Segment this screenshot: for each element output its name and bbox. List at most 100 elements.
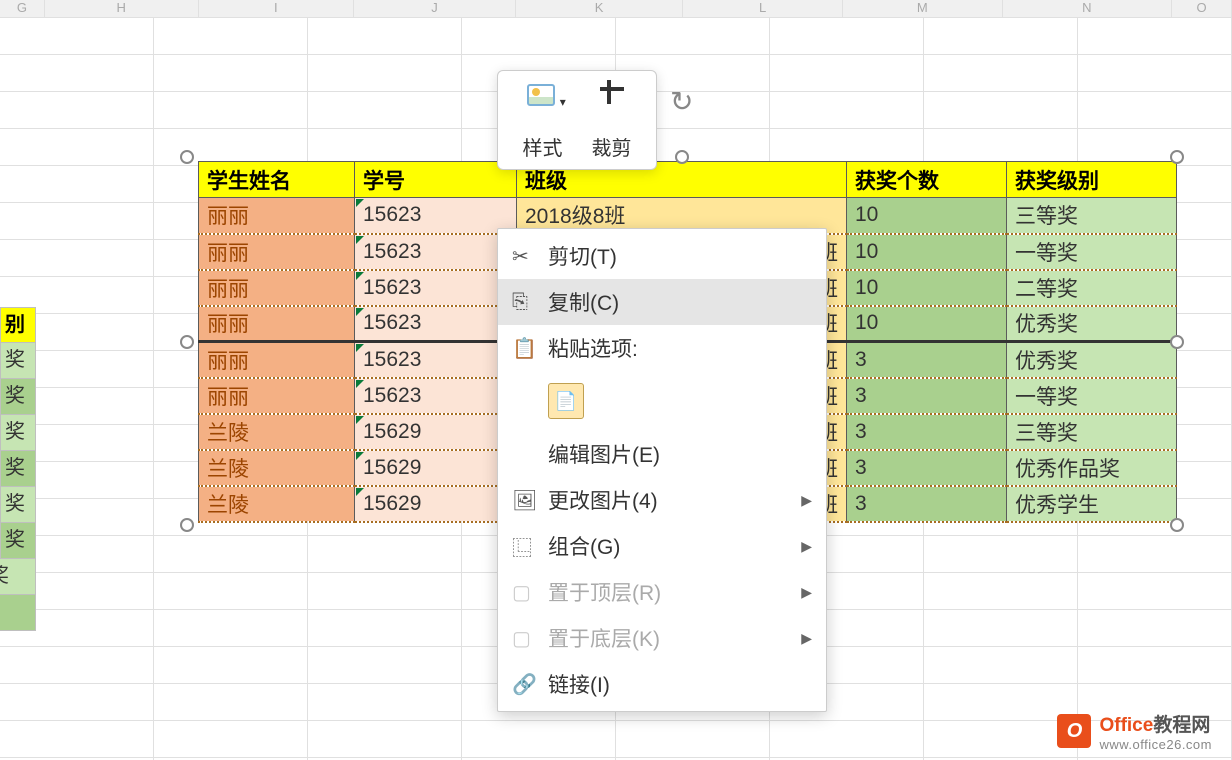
left-partial-cell: 奖 (0, 379, 36, 415)
cell-id[interactable]: 15623 (355, 270, 517, 306)
col-h[interactable]: H (45, 0, 199, 17)
col-m[interactable]: M (843, 0, 1003, 17)
col-g[interactable]: G (0, 0, 45, 17)
mini-toolbar: ▾ 样式 裁剪 (497, 70, 657, 170)
bring-front-icon: ▢ (512, 580, 548, 605)
header-student-name[interactable]: 学生姓名 (199, 162, 355, 198)
watermark: O Office教程网 www.office26.com (1057, 710, 1212, 752)
col-k[interactable]: K (516, 0, 684, 17)
cell-name[interactable]: 丽丽 (199, 234, 355, 270)
left-partial-cell: 奖 (0, 487, 36, 523)
paste-default-icon[interactable]: 📄 (548, 383, 584, 419)
left-partial-column: 别 奖 奖 奖 奖 奖 奖 作品奖 学生 (0, 307, 36, 631)
menu-group[interactable]: ⿺ 组合(G) ▶ (498, 523, 826, 569)
cell-count[interactable]: 3 (847, 486, 1007, 522)
menu-copy[interactable]: ⎘ 复制(C) (498, 279, 826, 325)
left-partial-cell: 奖 (0, 451, 36, 487)
cell-count[interactable]: 10 (847, 234, 1007, 270)
cell-level[interactable]: 三等奖 (1007, 198, 1177, 234)
cell-count[interactable]: 10 (847, 306, 1007, 342)
cell-level[interactable]: 优秀奖 (1007, 306, 1177, 342)
left-partial-cell: 学生 (0, 595, 36, 631)
context-menu: ✂ 剪切(T) ⎘ 复制(C) 📋 粘贴选项: 📄 编辑图片(E) 🖼 更改图片… (497, 228, 827, 712)
cell-name[interactable]: 丽丽 (199, 198, 355, 234)
cell-level[interactable]: 三等奖 (1007, 414, 1177, 450)
col-l[interactable]: L (683, 0, 843, 17)
cell-name[interactable]: 丽丽 (199, 270, 355, 306)
cell-level[interactable]: 优秀学生 (1007, 486, 1177, 522)
crop-icon[interactable] (603, 83, 627, 114)
menu-change-picture[interactable]: 🖼 更改图片(4) ▶ (498, 477, 826, 523)
cell-name[interactable]: 兰陵 (199, 414, 355, 450)
cell-name[interactable]: 兰陵 (199, 486, 355, 522)
cell-id[interactable]: 15629 (355, 486, 517, 522)
resize-handle-top-left[interactable] (180, 150, 194, 164)
chevron-right-icon: ▶ (801, 538, 812, 555)
cell-name[interactable]: 兰陵 (199, 450, 355, 486)
header-award-count[interactable]: 获奖个数 (847, 162, 1007, 198)
change-picture-icon: 🖼 (512, 488, 548, 513)
cell-name[interactable]: 丽丽 (199, 306, 355, 342)
left-partial-cell: 奖 (0, 415, 36, 451)
col-j[interactable]: J (354, 0, 516, 17)
crop-label[interactable]: 裁剪 (592, 132, 632, 161)
send-back-icon: ▢ (512, 626, 548, 651)
cell-name[interactable]: 丽丽 (199, 342, 355, 378)
resize-handle-top-right[interactable] (1170, 150, 1184, 164)
scissors-icon: ✂ (512, 244, 548, 269)
link-icon: 🔗 (512, 672, 548, 697)
menu-bring-front: ▢ 置于顶层(R) ▶ (498, 569, 826, 615)
resize-handle-bottom-left[interactable] (180, 518, 194, 532)
copy-icon: ⎘ (512, 291, 548, 314)
cell-level[interactable]: 一等奖 (1007, 234, 1177, 270)
cell-id[interactable]: 15629 (355, 450, 517, 486)
menu-link[interactable]: 🔗 链接(I) (498, 661, 826, 707)
menu-paste-default[interactable]: 📄 (498, 371, 826, 431)
col-i[interactable]: I (199, 0, 355, 17)
chevron-right-icon: ▶ (801, 584, 812, 601)
cell-count[interactable]: 3 (847, 450, 1007, 486)
watermark-logo-icon: O (1057, 714, 1091, 748)
cell-count[interactable]: 3 (847, 378, 1007, 414)
group-icon: ⿺ (512, 532, 548, 561)
col-n[interactable]: N (1003, 0, 1173, 17)
column-headers: G H I J K L M N O (0, 0, 1232, 18)
cell-id[interactable]: 15623 (355, 234, 517, 270)
cell-count[interactable]: 3 (847, 342, 1007, 378)
chevron-right-icon: ▶ (801, 492, 812, 509)
menu-paste-options: 📋 粘贴选项: (498, 325, 826, 371)
menu-cut[interactable]: ✂ 剪切(T) (498, 233, 826, 279)
left-partial-cell: 作品奖 (0, 559, 36, 595)
left-partial-cell: 奖 (0, 523, 36, 559)
resize-handle-mid-left[interactable] (180, 335, 194, 349)
col-o[interactable]: O (1172, 0, 1232, 17)
header-student-id[interactable]: 学号 (355, 162, 517, 198)
cell-id[interactable]: 15623 (355, 378, 517, 414)
resize-handle-bottom-right[interactable] (1170, 518, 1184, 532)
cell-level[interactable]: 二等奖 (1007, 270, 1177, 306)
left-partial-cell: 奖 (0, 343, 36, 379)
style-icon[interactable]: ▾ (527, 84, 566, 113)
watermark-url: www.office26.com (1099, 737, 1212, 752)
cell-level[interactable]: 优秀奖 (1007, 342, 1177, 378)
cell-level[interactable]: 优秀作品奖 (1007, 450, 1177, 486)
menu-edit-picture[interactable]: 编辑图片(E) (498, 431, 826, 477)
cell-name[interactable]: 丽丽 (199, 378, 355, 414)
cell-level[interactable]: 一等奖 (1007, 378, 1177, 414)
cell-count[interactable]: 10 (847, 198, 1007, 234)
style-label[interactable]: 样式 (523, 132, 563, 161)
resize-handle-top-mid[interactable] (675, 150, 689, 164)
cell-id[interactable]: 15623 (355, 198, 517, 234)
cell-count[interactable]: 10 (847, 270, 1007, 306)
menu-send-back: ▢ 置于底层(K) ▶ (498, 615, 826, 661)
resize-handle-mid-right[interactable] (1170, 335, 1184, 349)
cell-id[interactable]: 15629 (355, 414, 517, 450)
watermark-title: Office教程网 (1099, 710, 1212, 737)
rotate-handle-icon[interactable]: ↻ (670, 85, 693, 118)
cell-id[interactable]: 15623 (355, 306, 517, 342)
chevron-right-icon: ▶ (801, 630, 812, 647)
left-partial-header: 别 (0, 307, 36, 343)
cell-id[interactable]: 15623 (355, 342, 517, 378)
cell-count[interactable]: 3 (847, 414, 1007, 450)
header-award-level[interactable]: 获奖级别 (1007, 162, 1177, 198)
